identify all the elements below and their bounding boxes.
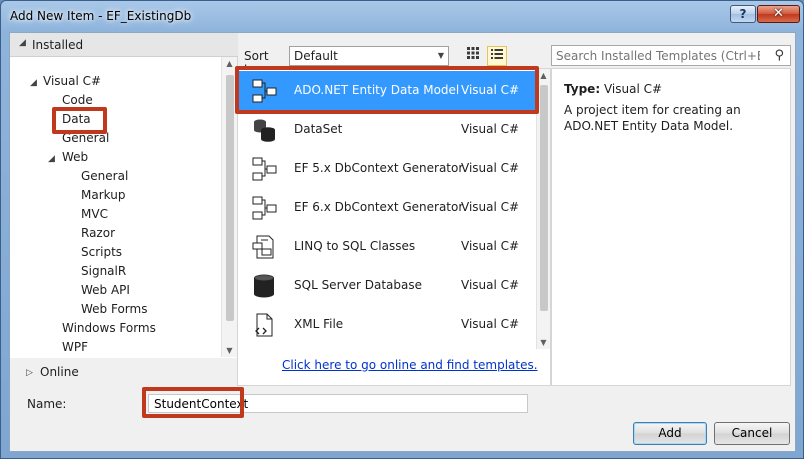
tree-item-data[interactable]: Data [62, 111, 91, 128]
entity-model-icon [252, 196, 277, 220]
tree-item-web-general[interactable]: General [81, 168, 128, 185]
tree-item-web-forms[interactable]: Web Forms [81, 301, 147, 318]
xml-file-icon [255, 313, 273, 337]
tree-item-general[interactable]: General [62, 130, 109, 147]
add-new-item-dialog: Add New Item - EF_ExistingDb ? ✕ ◢ Insta… [0, 0, 804, 459]
template-item[interactable]: DataSet Visual C# [238, 110, 538, 149]
tree-item-code[interactable]: Code [62, 92, 93, 109]
template-item[interactable]: LINQ to SQL Classes Visual C# [238, 227, 538, 266]
tree-item-signalr[interactable]: SignalR [81, 263, 126, 280]
small-icons-view-button[interactable] [463, 46, 483, 66]
online-templates-link[interactable]: Click here to go online and find templat… [282, 358, 538, 372]
template-name: ADO.NET Entity Data Model [294, 83, 460, 97]
type-value: Visual C# [603, 82, 663, 96]
template-list: ADO.NET Entity Data Model Visual C# Data… [237, 68, 551, 386]
template-language: Visual C# [461, 317, 520, 331]
template-name: EF 6.x DbContext Generator [294, 200, 464, 214]
scroll-up-icon[interactable]: ▲ [222, 59, 237, 68]
tree-scroll-thumb[interactable] [226, 75, 234, 321]
tree-item-razor[interactable]: Razor [81, 225, 115, 242]
template-scrollbar[interactable]: ▲ ▼ [536, 69, 550, 349]
template-name: XML File [294, 317, 344, 331]
search-box[interactable]: ⚲ [551, 45, 791, 66]
template-language: Visual C# [461, 200, 520, 214]
expand-arrow-icon[interactable]: ▷ [26, 368, 33, 378]
chevron-down-icon: ▼ [437, 51, 444, 60]
template-item[interactable]: XML File Visual C# [238, 305, 538, 344]
grid-icon [467, 47, 479, 59]
search-input[interactable] [554, 47, 762, 64]
sort-dropdown[interactable]: Default ▼ [289, 46, 449, 66]
template-language: Visual C# [461, 83, 520, 97]
title-bar[interactable]: Add New Item - EF_ExistingDb ? ✕ [1, 1, 803, 31]
template-description: A project item for creating an ADO.NET E… [564, 103, 741, 133]
template-language: Visual C# [461, 278, 520, 292]
add-button[interactable]: Add [633, 422, 707, 445]
category-tree: ◢ Installed ◢ Visual C# Code Data Genera… [10, 33, 238, 358]
template-item[interactable]: ADO.NET Entity Data Model Visual C# [238, 71, 538, 110]
template-item[interactable]: EF 5.x DbContext Generator Visual C# [238, 149, 538, 188]
close-button[interactable]: ✕ [757, 5, 800, 23]
collapse-arrow-icon[interactable]: ◢ [30, 78, 37, 88]
template-name: LINQ to SQL Classes [294, 239, 416, 253]
name-label: Name: [27, 397, 67, 411]
scroll-up-icon[interactable]: ▲ [537, 71, 550, 80]
template-name: DataSet [294, 122, 343, 136]
dataset-icon [254, 119, 275, 142]
collapse-arrow-icon[interactable]: ◢ [19, 38, 26, 48]
entity-model-icon [252, 79, 277, 103]
installed-label: Installed [32, 38, 84, 52]
scroll-down-icon[interactable]: ▼ [537, 338, 550, 347]
tree-scrollbar[interactable]: ▲ ▼ [221, 57, 237, 357]
template-scroll-thumb[interactable] [540, 85, 548, 311]
linq-icon [252, 235, 274, 259]
tree-item-mvc[interactable]: MVC [81, 206, 108, 223]
cancel-button[interactable]: Cancel [714, 422, 790, 445]
template-name: EF 5.x DbContext Generator [294, 161, 464, 175]
scroll-down-icon[interactable]: ▼ [222, 346, 237, 355]
template-type: Type: Visual C# [564, 82, 662, 96]
name-field[interactable] [148, 394, 528, 413]
type-label: Type: [564, 82, 601, 96]
template-item[interactable]: SQL Server Database Visual C# [238, 266, 538, 305]
tree-item-web-api[interactable]: Web API [81, 282, 130, 299]
online-node[interactable]: ▷ Online [10, 362, 238, 386]
template-name: SQL Server Database [294, 278, 422, 292]
list-view-button[interactable] [487, 46, 507, 66]
tree-item-wpf[interactable]: WPF [62, 339, 88, 356]
online-label: Online [40, 365, 79, 379]
template-item[interactable]: EF 6.x DbContext Generator Visual C# [238, 188, 538, 227]
search-icon[interactable]: ⚲ [774, 48, 784, 63]
dialog-body: ◢ Installed ◢ Visual C# Code Data Genera… [9, 32, 796, 452]
template-info-panel: Type: Visual C# A project item for creat… [551, 68, 791, 386]
template-language: Visual C# [461, 239, 520, 253]
database-icon [254, 274, 274, 298]
tree-item-visual-csharp[interactable]: Visual C# [43, 73, 101, 90]
template-language: Visual C# [461, 122, 520, 136]
entity-model-icon [252, 157, 277, 181]
window-title: Add New Item - EF_ExistingDb [10, 9, 192, 23]
tree-item-scripts[interactable]: Scripts [81, 244, 122, 261]
tree-item-web[interactable]: Web [62, 149, 88, 166]
template-language: Visual C# [461, 161, 520, 175]
help-button[interactable]: ? [730, 5, 756, 23]
sort-value: Default [294, 49, 338, 63]
list-icon [491, 49, 503, 59]
name-input[interactable] [152, 395, 522, 412]
tree-item-markup[interactable]: Markup [81, 187, 125, 204]
installed-header[interactable]: ◢ Installed [10, 33, 238, 57]
collapse-arrow-icon[interactable]: ◢ [48, 154, 55, 164]
tree-item-windows-forms[interactable]: Windows Forms [62, 320, 156, 337]
